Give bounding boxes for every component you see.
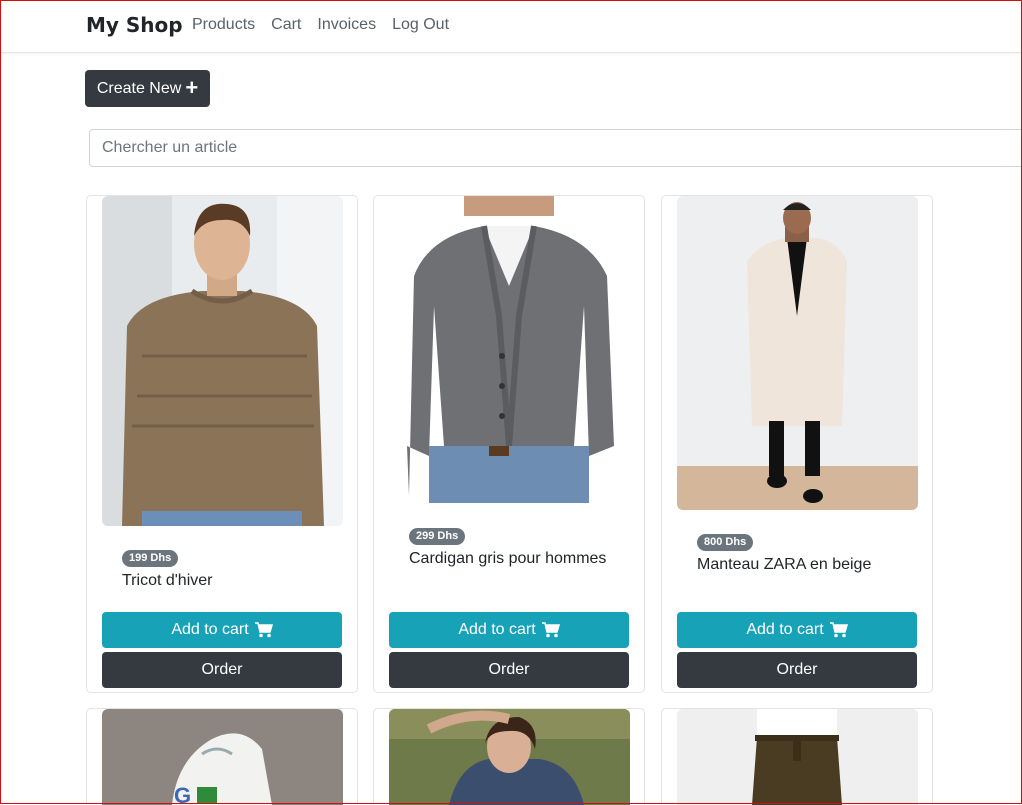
product-card: 199 Dhs Tricot d'hiver Add to cart Order [86, 195, 358, 693]
shopping-cart-icon [829, 622, 848, 638]
price-badge: 800 Dhs [697, 534, 754, 551]
create-new-label: Create New [96, 79, 182, 97]
product-image [677, 709, 918, 805]
price-badge: 199 Dhs [122, 550, 179, 567]
product-image [102, 196, 343, 526]
product-image [677, 196, 918, 510]
brand-logo[interactable]: My Shop [86, 13, 183, 37]
product-name: Cardigan gris pour hommes [409, 550, 607, 567]
add-to-cart-button[interactable]: Add to cart [102, 612, 342, 648]
product-card: 299 Dhs Cardigan gris pour hommes Add to… [373, 195, 645, 693]
svg-text:G: G [174, 783, 191, 805]
nav-link-products[interactable]: Products [192, 16, 255, 34]
product-image [389, 709, 630, 805]
nav-link-invoices[interactable]: Invoices [317, 16, 376, 34]
product-card: G [86, 708, 358, 805]
nav-link-cart[interactable]: Cart [271, 16, 301, 34]
order-button[interactable]: Order [677, 652, 917, 688]
product-name: Manteau ZARA en beige [697, 556, 872, 573]
add-to-cart-label: Add to cart [746, 621, 824, 638]
search-input[interactable] [89, 129, 1022, 167]
create-new-button[interactable]: Create New + [85, 70, 210, 107]
product-card: 800 Dhs Manteau ZARA en beige Add to car… [661, 195, 933, 693]
navbar: My Shop Products Cart Invoices Log Out [0, 0, 1022, 53]
nav-link-logout[interactable]: Log Out [392, 16, 449, 34]
product-card [661, 708, 933, 805]
nav-links: Products Cart Invoices Log Out [192, 16, 449, 34]
product-image [389, 196, 630, 503]
order-button[interactable]: Order [389, 652, 629, 688]
product-name: Tricot d'hiver [122, 572, 213, 589]
add-to-cart-label: Add to cart [458, 621, 536, 638]
plus-icon: + [185, 74, 199, 100]
add-to-cart-button[interactable]: Add to cart [677, 612, 917, 648]
price-badge: 299 Dhs [409, 528, 466, 545]
product-card [373, 708, 645, 805]
order-button[interactable]: Order [102, 652, 342, 688]
shopping-cart-icon [254, 622, 273, 638]
add-to-cart-button[interactable]: Add to cart [389, 612, 629, 648]
shopping-cart-icon [541, 622, 560, 638]
add-to-cart-label: Add to cart [171, 621, 249, 638]
product-image: G [102, 709, 343, 805]
